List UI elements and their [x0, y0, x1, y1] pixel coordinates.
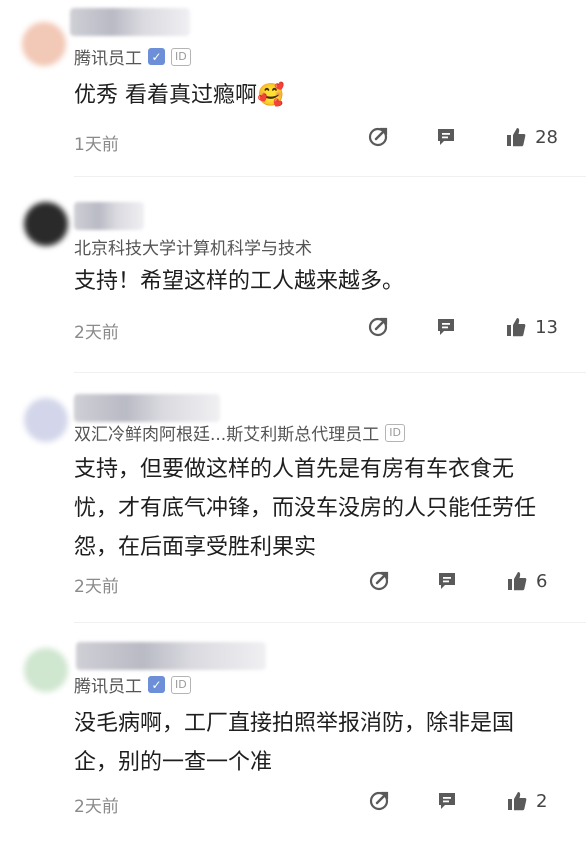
id-badge-icon: ID: [171, 675, 191, 694]
share-icon: [369, 791, 389, 811]
reply-icon: [439, 793, 455, 809]
blurred-username: [74, 202, 144, 230]
comment-text: 没毛病啊，工厂直接拍照举报消防，除非是国企，别的一查一个准: [74, 711, 515, 775]
reply-icon: [438, 129, 455, 145]
blurred-username: [70, 8, 190, 36]
reply-icon: [439, 573, 455, 589]
blurred-username: [74, 394, 220, 422]
blurred-username: [76, 642, 266, 670]
thumbs-up-icon: [508, 792, 527, 811]
author-title[interactable]: 腾讯员工: [74, 672, 142, 697]
comment-time: 2天前: [74, 577, 119, 597]
like-button[interactable]: 6: [506, 570, 558, 592]
comment-3: 双汇冷鲜肉阿根廷...斯艾利斯总代理员工 ID 支持，但要做这样的人首先是有房有…: [0, 374, 586, 624]
avatar[interactable]: [24, 398, 68, 442]
comment-4: 腾讯员工 ✓ ID 没毛病啊，工厂直接拍照举报消防，除非是国企，别的一查一个准 …: [0, 624, 586, 862]
like-count: 28: [535, 126, 558, 148]
like-button[interactable]: 2: [506, 790, 558, 812]
share-icon: [369, 571, 389, 591]
thumbs-up-icon: [508, 572, 527, 591]
author-row: 腾讯员工 ✓ ID: [74, 672, 191, 697]
avatar[interactable]: [22, 22, 66, 66]
thumbs-up-icon: [507, 318, 526, 337]
comment-actions: 2: [368, 790, 558, 812]
comment-actions: 13: [367, 316, 558, 338]
verified-badge-icon: ✓: [148, 48, 165, 65]
author-title[interactable]: 腾讯员工: [74, 44, 142, 69]
divider: [74, 622, 586, 623]
reply-button[interactable]: [436, 790, 458, 812]
comment-text: 支持，但要做这样的人首先是有房有车衣食无忧，才有底气冲锋，而没车没房的人只能任劳…: [74, 457, 537, 560]
reply-icon: [438, 319, 455, 335]
comment-2: 北京科技大学计算机科学与技术 支持！希望这样的工人越来越多。 2天前 13: [0, 178, 586, 374]
reply-button[interactable]: [435, 126, 457, 148]
author-title[interactable]: 双汇冷鲜肉阿根廷...斯艾利斯总代理员工: [74, 420, 379, 445]
like-button[interactable]: 13: [505, 316, 558, 338]
id-badge-icon: ID: [385, 423, 405, 442]
share-icon: [368, 127, 388, 147]
comment-text: 支持！希望这样的工人越来越多。: [74, 269, 405, 294]
like-count: 2: [536, 790, 548, 812]
id-badge-icon: ID: [171, 47, 191, 66]
author-row: 北京科技大学计算机科学与技术: [74, 234, 312, 259]
author-row: 腾讯员工 ✓ ID: [74, 44, 191, 69]
divider: [74, 176, 586, 177]
share-button[interactable]: [368, 570, 390, 592]
comment-actions: 6: [368, 570, 558, 592]
like-count: 6: [536, 570, 548, 592]
comment-text: 优秀 看着真过瘾啊🥰: [74, 83, 285, 108]
comment-time: 2天前: [74, 323, 119, 343]
reply-button[interactable]: [435, 316, 457, 338]
comment-actions: 28: [367, 126, 558, 148]
author-row: 双汇冷鲜肉阿根廷...斯艾利斯总代理员工 ID: [74, 420, 405, 445]
divider: [74, 372, 586, 373]
like-count: 13: [535, 316, 558, 338]
avatar[interactable]: [24, 202, 68, 246]
like-button[interactable]: 28: [505, 126, 558, 148]
share-button[interactable]: [368, 790, 390, 812]
avatar[interactable]: [24, 648, 68, 692]
share-icon: [368, 317, 388, 337]
share-button[interactable]: [367, 126, 389, 148]
comment-1: 腾讯员工 ✓ ID 优秀 看着真过瘾啊🥰 1天前 28: [0, 0, 586, 178]
thumbs-up-icon: [507, 128, 526, 147]
verified-badge-icon: ✓: [148, 676, 165, 693]
author-title[interactable]: 北京科技大学计算机科学与技术: [74, 234, 312, 259]
comment-time: 1天前: [74, 135, 119, 155]
share-button[interactable]: [367, 316, 389, 338]
reply-button[interactable]: [436, 570, 458, 592]
comment-time: 2天前: [74, 797, 119, 817]
